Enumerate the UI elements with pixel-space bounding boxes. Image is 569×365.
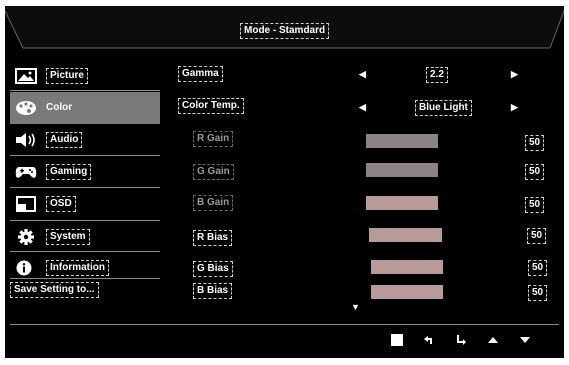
- gamma-right-arrow[interactable]: ▶: [511, 70, 518, 79]
- info-icon: [16, 260, 32, 276]
- color-temp-right-arrow[interactable]: ▶: [511, 103, 518, 112]
- sidebar-item-osd[interactable]: OSD: [10, 189, 160, 219]
- b-bias-label[interactable]: B Bias: [193, 283, 233, 299]
- sidebar-item-label: Picture: [46, 68, 88, 84]
- header-bar: Mode - Stamdard: [5, 6, 564, 54]
- gamma-label[interactable]: Gamma: [178, 66, 223, 82]
- picture-icon: [15, 68, 37, 84]
- g-gain-value: 50: [525, 164, 545, 180]
- page-title: Mode - Stamdard: [240, 23, 330, 39]
- sidebar-item-label: OSD: [46, 196, 76, 212]
- b-bias-slider[interactable]: [371, 285, 515, 299]
- sidebar-item-audio[interactable]: Audio: [10, 125, 160, 155]
- r-bias-fill: [369, 228, 442, 242]
- color-temp-label[interactable]: Color Temp.: [178, 98, 244, 114]
- sidebar-item-picture[interactable]: Picture: [10, 61, 160, 91]
- save-setting-button[interactable]: Save Setting to...: [10, 282, 99, 298]
- up-arrow-icon[interactable]: [486, 333, 500, 347]
- gamepad-icon: [15, 167, 37, 178]
- r-bias-label[interactable]: R Bias: [193, 230, 233, 246]
- sidebar-item-label: Information: [46, 260, 109, 276]
- g-gain-label: G Gain: [193, 164, 234, 180]
- divider: [10, 90, 160, 91]
- divider: [10, 251, 160, 252]
- g-bias-value: 50: [528, 260, 548, 276]
- r-gain-slider: [366, 134, 509, 148]
- divider: [10, 220, 160, 221]
- g-gain-slider: [366, 163, 509, 177]
- r-bias-slider[interactable]: [369, 228, 514, 242]
- g-bias-label[interactable]: G Bias: [193, 261, 233, 277]
- b-gain-label: B Gain: [193, 195, 234, 211]
- b-bias-value: 50: [528, 285, 548, 301]
- r-gain-fill: [366, 134, 438, 148]
- speaker-icon: [16, 133, 35, 147]
- sidebar-item-gaming[interactable]: Gaming: [10, 157, 160, 187]
- down-arrow-icon[interactable]: [518, 333, 532, 347]
- divider: [10, 187, 160, 188]
- b-gain-slider: [366, 196, 509, 210]
- b-gain-fill: [366, 196, 438, 210]
- divider: [10, 278, 160, 279]
- divider: [10, 155, 160, 156]
- g-bias-slider[interactable]: [371, 260, 515, 274]
- color-temp-value: Blue Light: [415, 100, 472, 116]
- r-gain-label: R Gain: [193, 131, 234, 147]
- sidebar-item-label: Color: [46, 102, 73, 113]
- back-icon[interactable]: [421, 333, 435, 347]
- osd-window-icon: [16, 196, 36, 212]
- palette-icon: [16, 101, 36, 115]
- sidebar-item-color[interactable]: Color: [10, 92, 160, 124]
- gamma-value: 2.2: [426, 67, 448, 83]
- g-gain-fill: [366, 163, 438, 177]
- r-bias-value: 50: [527, 228, 547, 244]
- gamma-left-arrow[interactable]: ◀: [359, 70, 366, 79]
- sidebar-item-label: System: [46, 229, 90, 245]
- enter-icon[interactable]: [454, 333, 468, 347]
- footer-divider: [10, 324, 559, 325]
- scroll-down-indicator-icon: ▼: [351, 302, 360, 312]
- b-gain-value: 50: [525, 197, 545, 213]
- sidebar-item-label: Gaming: [46, 164, 92, 180]
- sidebar-item-label: Audio: [46, 132, 83, 148]
- g-bias-fill: [371, 260, 443, 274]
- r-gain-value: 50: [525, 135, 545, 151]
- b-bias-fill: [371, 285, 443, 299]
- color-temp-left-arrow[interactable]: ◀: [359, 103, 366, 112]
- osd-menu: Mode - Stamdard Picture Color Audio Gami…: [5, 6, 564, 358]
- gear-icon: [18, 229, 34, 245]
- sidebar-item-system[interactable]: System: [10, 222, 160, 252]
- power-icon[interactable]: [390, 333, 404, 347]
